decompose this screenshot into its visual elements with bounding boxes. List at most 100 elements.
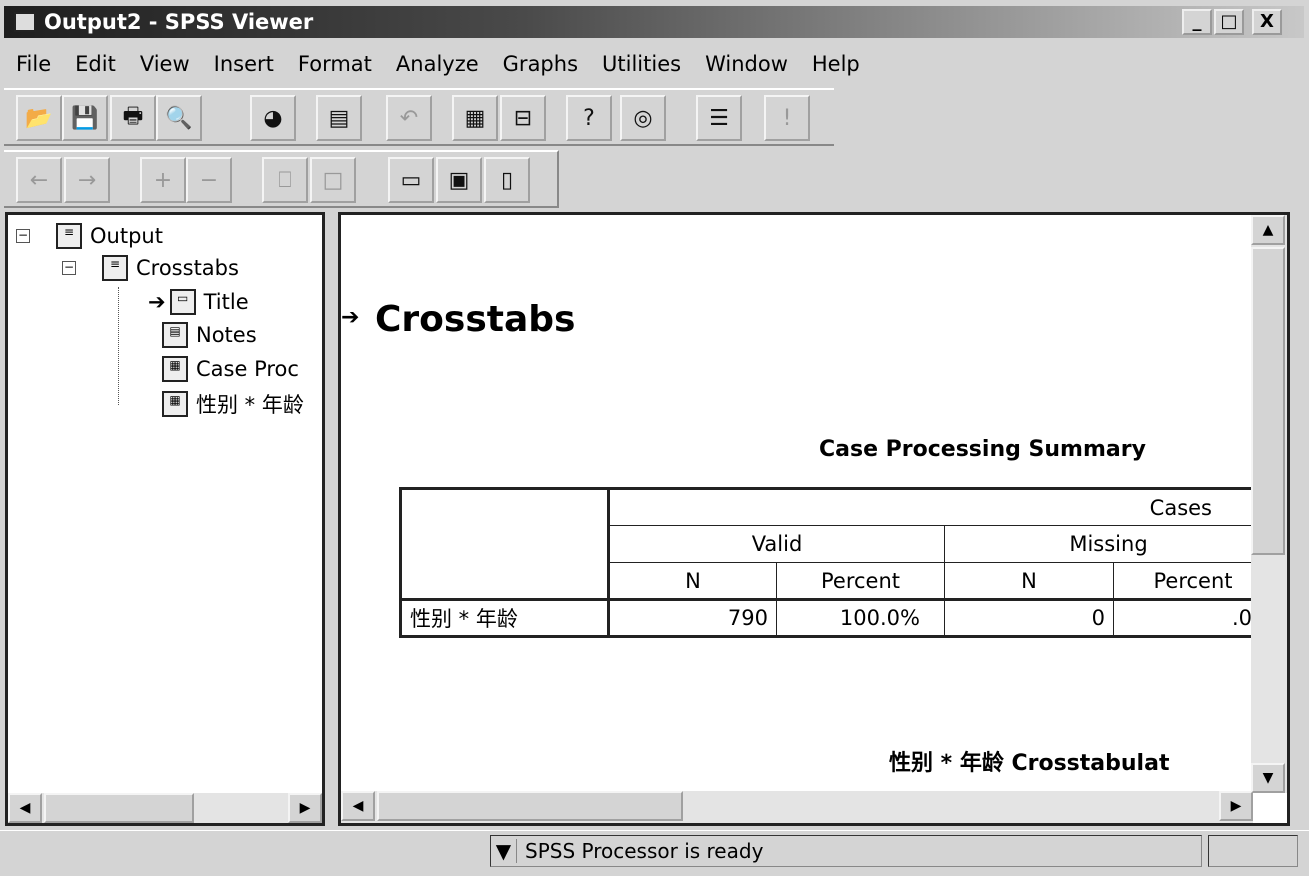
designate-window-icon: ☰ (709, 105, 729, 131)
tree-item-notes[interactable]: ▤ Notes (162, 322, 257, 348)
scroll-right-button[interactable]: ▶ (1219, 791, 1253, 821)
insert-heading-button[interactable]: ▭ (388, 157, 434, 203)
menu-graphs[interactable]: Graphs (503, 52, 578, 76)
menu-edit[interactable]: Edit (75, 52, 116, 76)
tree-item-title[interactable]: ➔ ▭ Title (148, 289, 249, 315)
collapse-toggle-icon[interactable]: − (16, 229, 30, 243)
goto-case-icon: ⊟ (513, 105, 533, 131)
scroll-thumb[interactable] (1251, 247, 1285, 555)
collapse-toggle-icon[interactable]: − (62, 261, 76, 275)
use-sets-button[interactable]: ◎ (620, 95, 666, 141)
export-icon: ◕ (263, 105, 283, 131)
content-pane: ➔ Crosstabs Case Processing Summary Case… (338, 212, 1290, 826)
print-preview-button[interactable]: 🔍 (156, 95, 202, 141)
show-button[interactable]: ⎕ (262, 157, 308, 203)
use-sets-icon: ◎ (633, 105, 653, 131)
crosstabulation-title: 性别 * 年龄 Crosstabulat (889, 751, 1170, 776)
tree-label: Output (90, 224, 163, 248)
goto-data-icon: ▦ (464, 105, 486, 131)
tree-label: Notes (196, 323, 257, 347)
demote-icon: → (77, 167, 97, 193)
status-bar: ▼ SPSS Processor is ready (0, 830, 1309, 870)
header-percent: Percent (776, 562, 945, 600)
save-button[interactable]: 💾 (62, 95, 108, 141)
window-title: Output2 - SPSS Viewer (44, 10, 314, 34)
menu-analyze[interactable]: Analyze (396, 52, 479, 76)
insert-text-icon: ▯ (500, 167, 514, 193)
variables-button[interactable]: ? (566, 95, 612, 141)
open-icon: 📂 (25, 105, 53, 131)
tree-item-crosstabs[interactable]: − ≡ Crosstabs (62, 255, 239, 281)
status-panel: ▼ SPSS Processor is ready (490, 835, 1202, 867)
insert-title-icon: ▣ (448, 167, 470, 193)
notes-icon: ▤ (162, 322, 188, 348)
toolbar-main: 📂 💾 🖶 🔍 ◕ ▤ ↶ ▦ ⊟? ◎ ☰! (4, 88, 834, 146)
scroll-right-button[interactable]: ▶ (288, 793, 322, 823)
tree-label: Title (203, 290, 249, 314)
processor-icon: ▼ (491, 839, 517, 863)
resize-grip[interactable] (1208, 835, 1298, 867)
menu-utilities[interactable]: Utilities (602, 52, 681, 76)
status-text: SPSS Processor is ready (525, 839, 764, 863)
content-hscrollbar[interactable]: ◀ ▶ (341, 791, 1253, 823)
dialog-recall-icon: ▤ (328, 105, 350, 131)
scroll-up-button[interactable]: ▲ (1251, 215, 1285, 245)
tree-item-case-processing[interactable]: ▦ Case Proc (162, 356, 299, 382)
goto-case-button[interactable]: ⊟ (500, 95, 546, 141)
print-preview-icon: 🔍 (165, 105, 193, 131)
run-icon: ! (782, 105, 792, 131)
dialog-recall-button[interactable]: ▤ (316, 95, 362, 141)
undo-icon: ↶ (399, 105, 419, 131)
maximize-button[interactable]: □ (1214, 9, 1244, 35)
menu-help[interactable]: Help (812, 52, 860, 76)
expand-button[interactable]: + (140, 157, 186, 203)
tree-label: Crosstabs (136, 256, 239, 280)
menu-insert[interactable]: Insert (214, 52, 274, 76)
tree-label: 性别 * 年龄 (196, 393, 304, 417)
insert-text-button[interactable]: ▯ (484, 157, 530, 203)
save-icon: 💾 (71, 105, 99, 131)
promote-button[interactable]: ← (16, 157, 62, 203)
export-button[interactable]: ◕ (250, 95, 296, 141)
collapse-button[interactable]: − (186, 157, 232, 203)
title-bar: Output2 - SPSS Viewer (4, 6, 1304, 38)
crosstabs-heading: Crosstabs (375, 299, 576, 340)
scroll-thumb[interactable] (44, 793, 194, 823)
current-arrow-icon: ➔ (148, 290, 166, 314)
outline-hscrollbar[interactable]: ◀ ▶ (8, 793, 322, 823)
print-button[interactable]: 🖶 (110, 95, 156, 141)
scroll-down-button[interactable]: ▼ (1251, 763, 1285, 793)
tree-item-output[interactable]: − ≡ Output (16, 223, 163, 249)
content-vscrollbar[interactable]: ▲ ▼ (1251, 215, 1287, 793)
collapse-icon: − (199, 167, 219, 193)
insert-title-button[interactable]: ▣ (436, 157, 482, 203)
menu-file[interactable]: File (16, 52, 51, 76)
menu-view[interactable]: View (140, 52, 190, 76)
menu-format[interactable]: Format (298, 52, 372, 76)
cell-missing-percent: .0% (1113, 599, 1274, 637)
scroll-left-button[interactable]: ◀ (8, 793, 42, 823)
open-button[interactable]: 📂 (16, 95, 62, 141)
book-icon: ≡ (56, 223, 82, 249)
tree-item-crosstabulation[interactable]: ▦ 性别 * 年龄 (162, 389, 304, 419)
show-icon: ⎕ (278, 167, 292, 193)
undo-button[interactable]: ↶ (386, 95, 432, 141)
cell-missing-n: 0 (944, 599, 1114, 637)
print-icon: 🖶 (122, 104, 144, 129)
hide-button[interactable]: □ (310, 157, 356, 203)
scroll-thumb[interactable] (377, 791, 683, 821)
designate-window-button[interactable]: ☰ (696, 95, 742, 141)
close-button[interactable]: X (1252, 9, 1282, 35)
case-processing-table[interactable]: Cases Valid Missing N Percent N Percent 性别 *… (399, 487, 1275, 638)
run-button[interactable]: ! (764, 95, 810, 141)
minimize-button[interactable]: _ (1182, 9, 1212, 35)
goto-data-button[interactable]: ▦ (452, 95, 498, 141)
tree-label: Case Proc (196, 357, 299, 381)
expand-icon: + (153, 167, 173, 193)
scroll-left-button[interactable]: ◀ (341, 791, 375, 821)
toolbar-outline: ← → + − ⎕ □ ▭ ▣ ▯ (4, 150, 559, 208)
insert-heading-icon: ▭ (400, 167, 422, 193)
demote-button[interactable]: → (64, 157, 110, 203)
header-valid: Valid (608, 525, 945, 563)
menu-window[interactable]: Window (705, 52, 788, 76)
